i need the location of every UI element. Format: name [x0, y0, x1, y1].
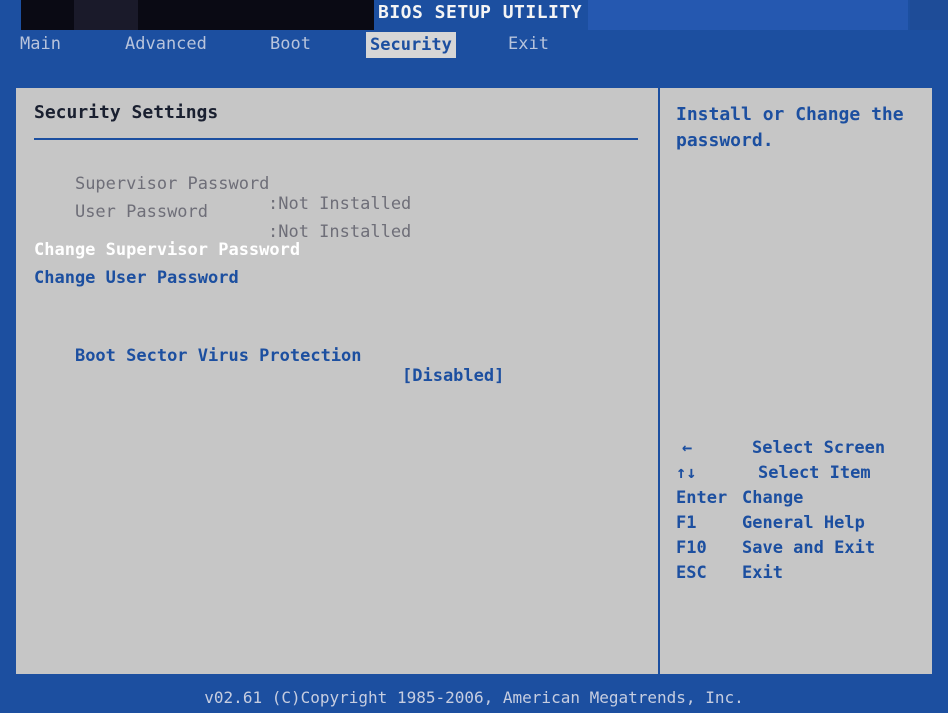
key-desc: Select Screen: [752, 438, 886, 458]
key-legend: ← Select Screen ↑↓ Select Item Enter Cha…: [676, 436, 885, 586]
app-title: BIOS SETUP UTILITY: [378, 2, 583, 23]
section-title: Security Settings: [34, 102, 219, 123]
tab-security[interactable]: Security: [366, 32, 456, 58]
boot-sector-virus-protection-option[interactable]: Boot Sector Virus Protection [Disabled]: [34, 326, 504, 406]
key-desc: Save and Exit: [742, 538, 876, 558]
up-down-arrow-icon: ↑↓: [676, 463, 697, 483]
key-desc: Exit: [742, 563, 783, 583]
help-text: Install or Change the password.: [676, 104, 904, 151]
key-desc: Select Item: [758, 463, 871, 483]
menu-bar: Main Advanced Boot Security Exit: [0, 30, 948, 62]
key-legend-row: ← Select Screen: [676, 436, 885, 461]
key-legend-row: F1 General Help: [676, 511, 885, 536]
tab-main[interactable]: Main: [20, 34, 61, 54]
title-bar: BIOS SETUP UTILITY: [0, 0, 948, 30]
footer-bar: v02.61 (C)Copyright 1985-2006, American …: [0, 684, 948, 713]
change-user-password-option[interactable]: Change User Password: [34, 268, 239, 288]
copyright-text: v02.61 (C)Copyright 1985-2006, American …: [204, 688, 744, 707]
key-name: F10: [676, 538, 707, 558]
left-arrow-icon: ←: [682, 438, 693, 458]
key-name: Enter: [676, 488, 728, 508]
boot-sector-label: Boot Sector Virus Protection: [74, 346, 362, 366]
key-legend-row: Enter Change: [676, 486, 885, 511]
boot-sector-value[interactable]: [Disabled]: [402, 366, 504, 386]
key-desc: Change: [742, 488, 804, 508]
change-supervisor-password-option[interactable]: Change Supervisor Password: [34, 240, 300, 260]
settings-panel: Security Settings Supervisor Password :N…: [14, 86, 934, 676]
tab-boot[interactable]: Boot: [270, 34, 311, 54]
panel-divider: [658, 88, 660, 674]
key-legend-row: ↑↓ Select Item: [676, 461, 885, 486]
tab-advanced[interactable]: Advanced: [125, 34, 207, 54]
key-legend-row: F10 Save and Exit: [676, 536, 885, 561]
key-desc: General Help: [742, 513, 865, 533]
user-password-label: User Password: [74, 202, 209, 222]
key-name: ESC: [676, 563, 707, 583]
key-legend-row: ESC Exit: [676, 561, 885, 586]
supervisor-password-status: :Not Installed: [268, 194, 412, 214]
user-password-status: :Not Installed: [268, 222, 412, 242]
key-name: F1: [676, 513, 697, 533]
section-divider: [34, 138, 638, 140]
tab-exit[interactable]: Exit: [508, 34, 549, 54]
